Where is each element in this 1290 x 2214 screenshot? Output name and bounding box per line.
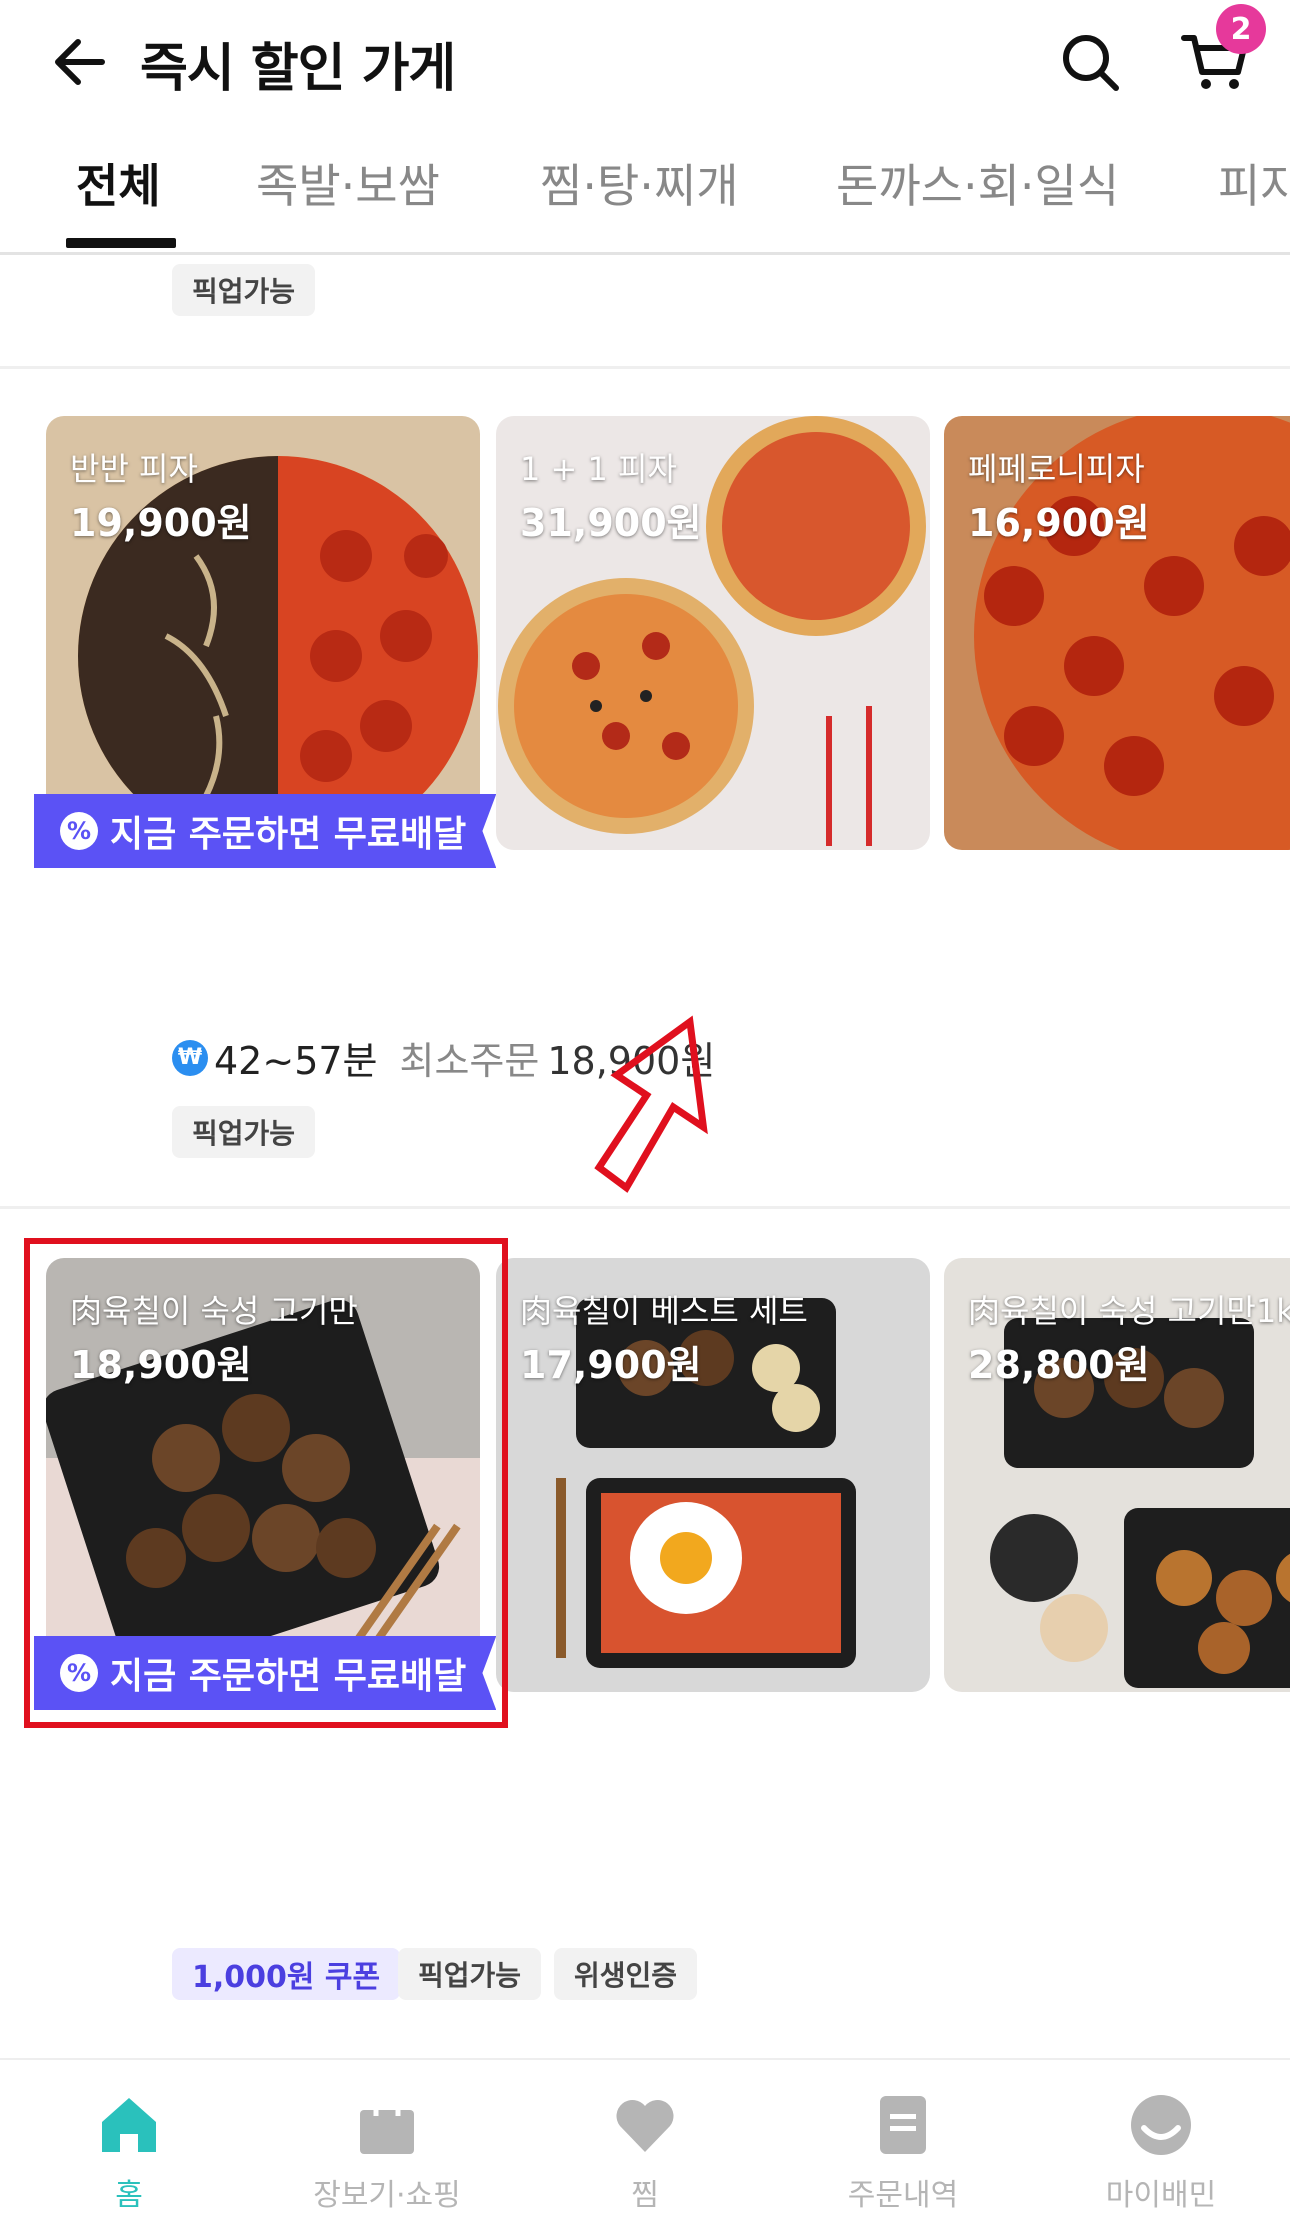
annotation-arrow-icon: [594, 1015, 708, 1193]
nav-label: 홈: [115, 2178, 143, 2213]
active-tab-indicator: [66, 238, 176, 248]
tab-donkatsu-hoe-ilsik[interactable]: 돈까스·회·일식: [836, 150, 1119, 216]
menu-name: 반반 피자: [70, 450, 198, 488]
banner-text: 지금 주문하면 무료배달: [110, 814, 467, 855]
pickup-chip: 픽업가능: [398, 1948, 542, 2000]
nav-item-orders[interactable]: 주문내역: [774, 2060, 1032, 2213]
search-icon: [1063, 35, 1119, 91]
nav-label: 찜: [631, 2178, 659, 2213]
section-divider: [0, 366, 1290, 369]
my-baemin-icon: [1131, 2095, 1191, 2155]
home-icon: [102, 2098, 156, 2152]
menu-price: 28,800원: [968, 1343, 1150, 1387]
search-button[interactable]: [1050, 22, 1130, 102]
menu-price: 17,900원: [520, 1343, 702, 1387]
menu-card[interactable]: 반반 피자 19,900원: [46, 416, 480, 850]
menu-name: 肉육칠이 숙성 고기만1k: [968, 1292, 1290, 1330]
menu-name: 1 + 1 피자: [520, 450, 677, 488]
nav-item-home[interactable]: 홈: [0, 2060, 258, 2213]
pickup-chip: 픽업가능: [172, 264, 316, 316]
nav-label: 마이배민: [1105, 2178, 1217, 2213]
tab-jokbal-bossam[interactable]: 족발·보쌈: [256, 150, 440, 216]
menu-name: 肉육칠이 베스트 세트: [520, 1292, 808, 1330]
discount-badge-icon: %: [60, 812, 98, 850]
free-delivery-banner: % 지금 주문하면 무료배달: [34, 794, 497, 868]
nav-item-my-baemin[interactable]: 마이배민: [1032, 2060, 1290, 2213]
menu-name: 페페로니피자: [968, 450, 1145, 488]
page-title: 즉시 할인 가게: [140, 39, 456, 99]
back-arrow-icon: [55, 39, 105, 85]
nav-item-shopping[interactable]: 장보기·쇼핑: [258, 2060, 516, 2213]
menu-card[interactable]: 肉육칠이 숙성 고기만1k 28,800원: [944, 1258, 1290, 1692]
hygiene-cert-chip: 위생인증: [554, 1948, 698, 2000]
annotation-highlight-box: [24, 1238, 508, 1728]
nav-label: 장보기·쇼핑: [313, 2178, 461, 2213]
menu-card[interactable]: 1 + 1 피자 31,900원: [496, 416, 930, 850]
min-order-label: 최소주문: [399, 1039, 540, 1083]
tab-pizza[interactable]: 피자: [1218, 150, 1290, 216]
coupon-chip: 1,000원 쿠폰: [172, 1948, 401, 2000]
top-app-bar: 즉시 할인 가게 2: [0, 0, 1290, 120]
shopping-bag-icon: [360, 2092, 414, 2154]
menu-card[interactable]: 페페로니피자 16,900원: [944, 416, 1290, 850]
cart-count-badge: 2: [1216, 4, 1266, 54]
pickup-chip: 픽업가능: [172, 1106, 316, 1158]
tab-all[interactable]: 전체: [76, 150, 161, 216]
menu-price: 16,900원: [968, 501, 1150, 545]
tab-jjim-tang-jjigae[interactable]: 찜·탕·찌개: [540, 150, 739, 216]
menu-price: 31,900원: [520, 501, 702, 545]
menu-price: 19,900원: [70, 501, 252, 545]
bottom-navigation: 홈 장보기·쇼핑 찜 주문내역 마이배민: [0, 2058, 1290, 2213]
nav-item-favorites[interactable]: 찜: [516, 2060, 774, 2213]
order-list-icon: [880, 2096, 926, 2154]
back-button[interactable]: [40, 22, 120, 102]
section-divider: [0, 1206, 1290, 1209]
nav-label: 주문내역: [847, 2178, 959, 2213]
category-tabs: 전체 족발·보쌈 찜·탕·찌개 돈까스·회·일식 피자: [0, 140, 1290, 255]
won-coin-icon: ₩: [172, 1039, 208, 1076]
menu-card[interactable]: 肉육칠이 베스트 세트 17,900원: [496, 1258, 930, 1692]
delivery-time: 42~57분: [214, 1039, 378, 1083]
heart-icon: [616, 2099, 674, 2152]
